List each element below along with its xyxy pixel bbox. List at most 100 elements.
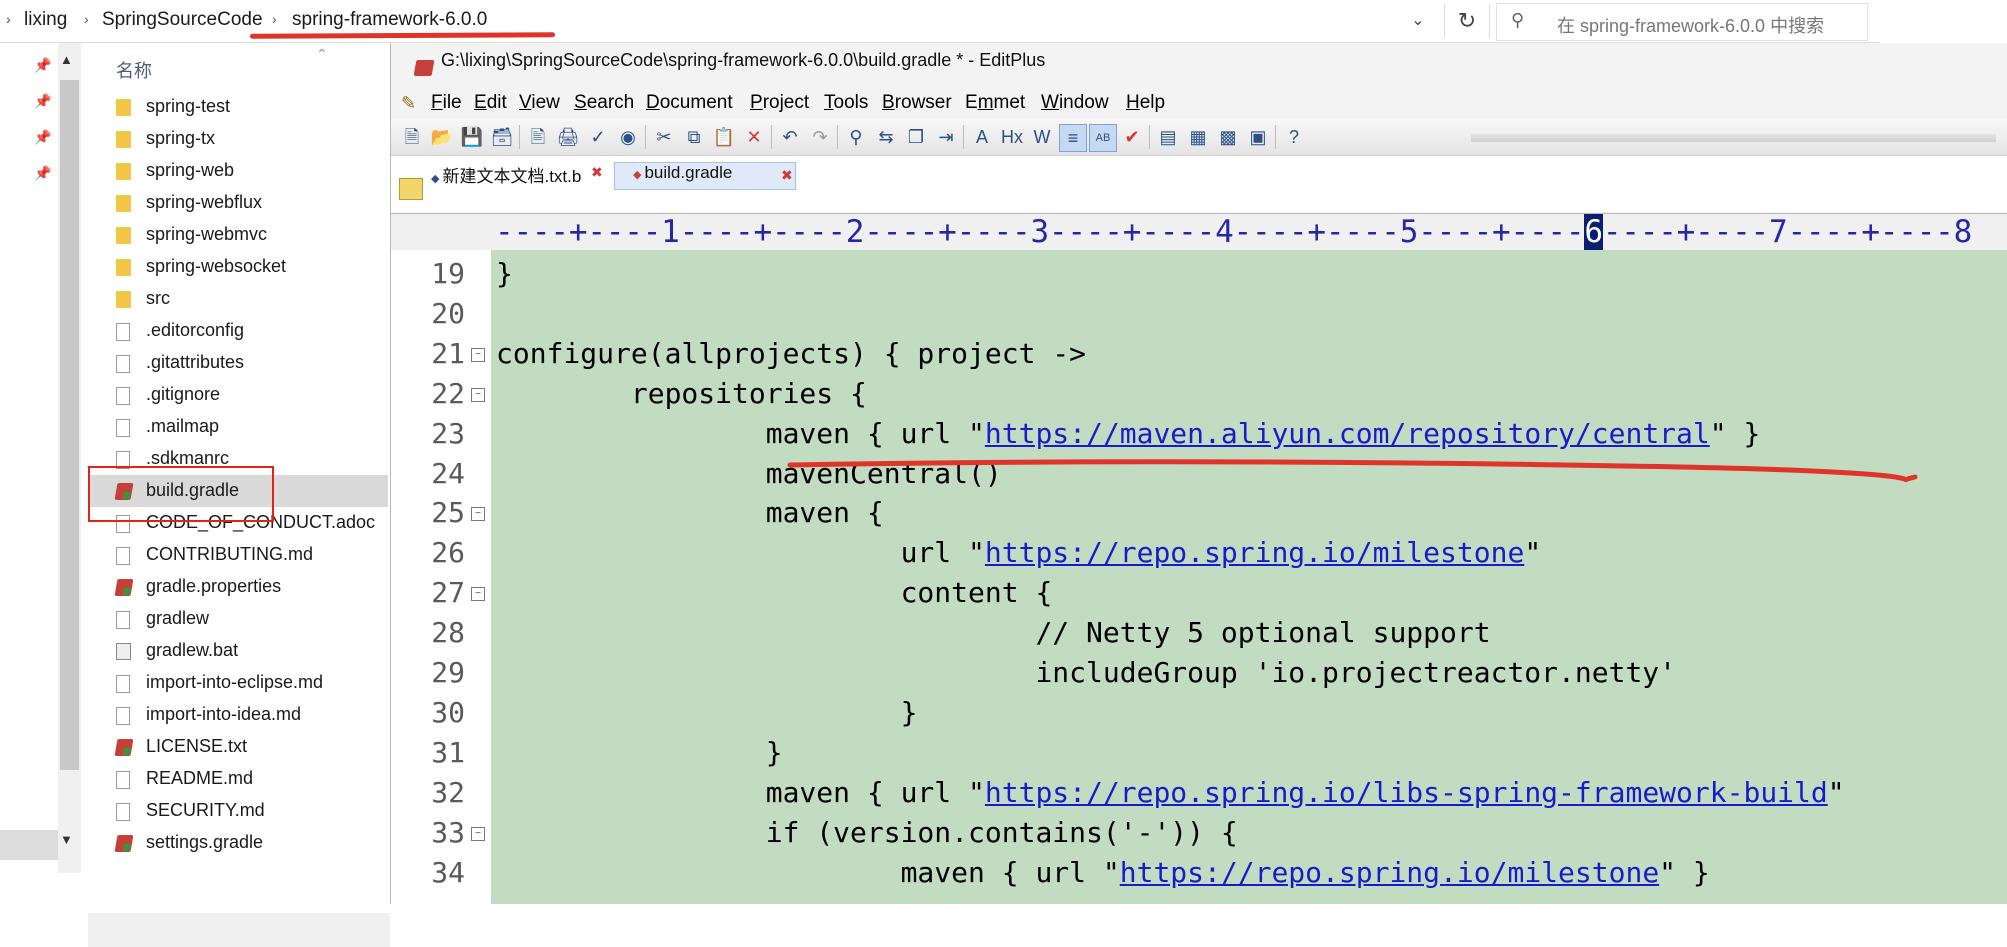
fold-toggle-icon[interactable]: − [471,347,485,362]
file-list-item[interactable]: .gitignore [88,379,388,411]
file-list-item[interactable]: .editorconfig [88,315,388,347]
paste-icon[interactable]: 📋 [711,124,737,150]
file-list-item[interactable]: .gitattributes [88,347,388,379]
ruler-icon[interactable]: AB [1089,124,1117,152]
spell-check-icon[interactable]: ✓ [585,124,611,150]
clip-text-icon[interactable]: ▤ [1155,124,1181,150]
file-list-item[interactable]: spring-test [88,91,388,123]
fold-toggle-icon[interactable]: − [471,507,485,522]
open-folder-icon[interactable]: 📂 [429,124,455,150]
fold-toggle-icon[interactable]: − [471,587,485,602]
code-url-link[interactable]: https://maven.aliyun.com/repository/cent… [985,417,1710,450]
output-window-icon[interactable]: ▩ [1215,124,1241,150]
scroll-up-icon[interactable]: ▲ [60,52,73,67]
menu-tools[interactable]: Tools [824,92,868,114]
line-number: 24 [431,456,465,490]
file-list-item[interactable]: spring-webflux [88,187,388,219]
breadcrumb-spring-framework[interactable]: spring-framework-6.0.0 [292,9,487,31]
print-icon[interactable]: 🖨 [555,124,581,150]
breadcrumb-lixing[interactable]: lixing [24,9,67,31]
full-screen-icon[interactable]: ▣ [1245,124,1271,150]
menu-project[interactable]: Project [750,92,809,114]
goto-line-icon[interactable]: ⇥ [933,124,959,150]
directory-window-icon[interactable]: ▦ [1185,124,1211,150]
cut-icon[interactable]: ✂ [651,124,677,150]
toolbar-separator [963,125,964,149]
browser-preview-icon[interactable]: ◉ [615,124,641,150]
file-list-item[interactable]: SECURITY.md [88,795,388,827]
file-list-item[interactable]: src [88,283,388,315]
file-list-item[interactable]: gradlew [88,603,388,635]
tab-build-gradle[interactable]: ◆ build.gradle ✖ [614,162,796,190]
fold-toggle-icon[interactable]: − [471,826,485,841]
tab-new-text-document[interactable]: ◆ 新建文本文档.txt.b ✖ [431,162,603,188]
file-list-item[interactable]: gradle.properties [88,571,388,603]
menu-label-rest: roject [762,92,810,113]
file-list-item[interactable]: settings.gradle [88,827,388,859]
file-list-item[interactable]: spring-tx [88,123,388,155]
replace-icon[interactable]: ⇆ [873,124,899,150]
file-list-item[interactable]: import-into-eclipse.md [88,667,388,699]
pin-icon[interactable]: 📌 [34,93,51,110]
font-icon[interactable]: A [969,124,995,150]
close-icon[interactable]: ✖ [591,164,603,181]
menu-accelerator-key: E [474,92,487,113]
code-url-link[interactable]: https://repo.spring.io/milestone [985,536,1524,569]
menu-edit[interactable]: Edit [474,92,507,114]
code-url-link[interactable]: https://repo.spring.io/milestone [1120,856,1659,889]
code-text-tail: " } [1709,416,1761,450]
chevron-down-icon[interactable]: ⌄ [1398,6,1438,36]
menu-accelerator-key: W [1041,92,1059,113]
file-list-item[interactable]: README.md [88,763,388,795]
document-list-icon[interactable] [399,178,423,200]
refresh-icon[interactable]: ↻ [1444,4,1490,38]
pin-icon[interactable]: 📌 [34,165,51,182]
close-icon[interactable]: ✖ [781,167,793,184]
file-list-item[interactable]: CONTRIBUTING.md [88,539,388,571]
save-icon[interactable]: 💾 [459,124,485,150]
copy-icon[interactable]: ⧉ [681,124,707,150]
file-name: gradlew [146,608,210,628]
menu-document[interactable]: Document [646,92,733,114]
delete-icon[interactable]: ✕ [741,124,767,150]
menu-file[interactable]: File [431,92,462,114]
file-list-item[interactable]: spring-websocket [88,251,388,283]
find-icon[interactable]: ⚲ [843,124,869,150]
check-icon[interactable]: ✔ [1119,124,1145,150]
menu-view[interactable]: View [519,92,560,114]
file-list-item[interactable]: .mailmap [88,411,388,443]
breadcrumb-springsourcecode[interactable]: SpringSourceCode [102,9,263,31]
redo-icon[interactable]: ↷ [807,124,833,150]
fold-toggle-icon[interactable]: − [471,387,485,402]
help-icon[interactable]: ? [1281,124,1307,150]
file-list-item[interactable]: spring-web [88,155,388,187]
scrollbar-thumb[interactable] [60,80,79,770]
column-header-name[interactable]: 名称 [116,57,152,83]
pin-icon[interactable]: 📌 [34,129,51,146]
word-wrap-icon[interactable]: W [1029,124,1055,150]
print-preview-icon[interactable]: 🖹 [525,124,551,150]
file-name: spring-webflux [146,192,263,212]
save-all-icon[interactable]: 🗃 [489,124,515,150]
code-text: maven { url " [496,775,985,809]
menu-search[interactable]: Search [574,92,634,114]
new-file-icon[interactable]: 🗎 [399,124,425,150]
file-list-item[interactable]: import-into-idea.md [88,699,388,731]
code-url-link[interactable]: https://repo.spring.io/libs-spring-frame… [985,776,1828,809]
file-icon [116,323,130,341]
menu-browser[interactable]: Browser [882,92,952,114]
pin-icon[interactable]: 📌 [34,57,51,74]
scroll-down-icon[interactable]: ▼ [60,832,73,847]
file-list-item[interactable]: spring-webmvc [88,219,388,251]
ruler-current-column: 6 [1584,214,1603,250]
file-list-item[interactable]: gradlew.bat [88,635,388,667]
find-in-files-icon[interactable]: ❐ [903,124,929,150]
menu-emmet[interactable]: Emmet [965,92,1025,114]
menu-window[interactable]: Window [1041,92,1109,114]
search-input[interactable]: ⚲ 在 spring-framework-6.0.0 中搜索 [1496,3,1868,41]
file-list-item[interactable]: LICENSE.txt [88,731,388,763]
hex-icon[interactable]: Hx [999,124,1025,150]
undo-icon[interactable]: ↶ [777,124,803,150]
line-number-icon[interactable]: ≡ [1059,124,1087,152]
menu-help[interactable]: Help [1126,92,1165,114]
